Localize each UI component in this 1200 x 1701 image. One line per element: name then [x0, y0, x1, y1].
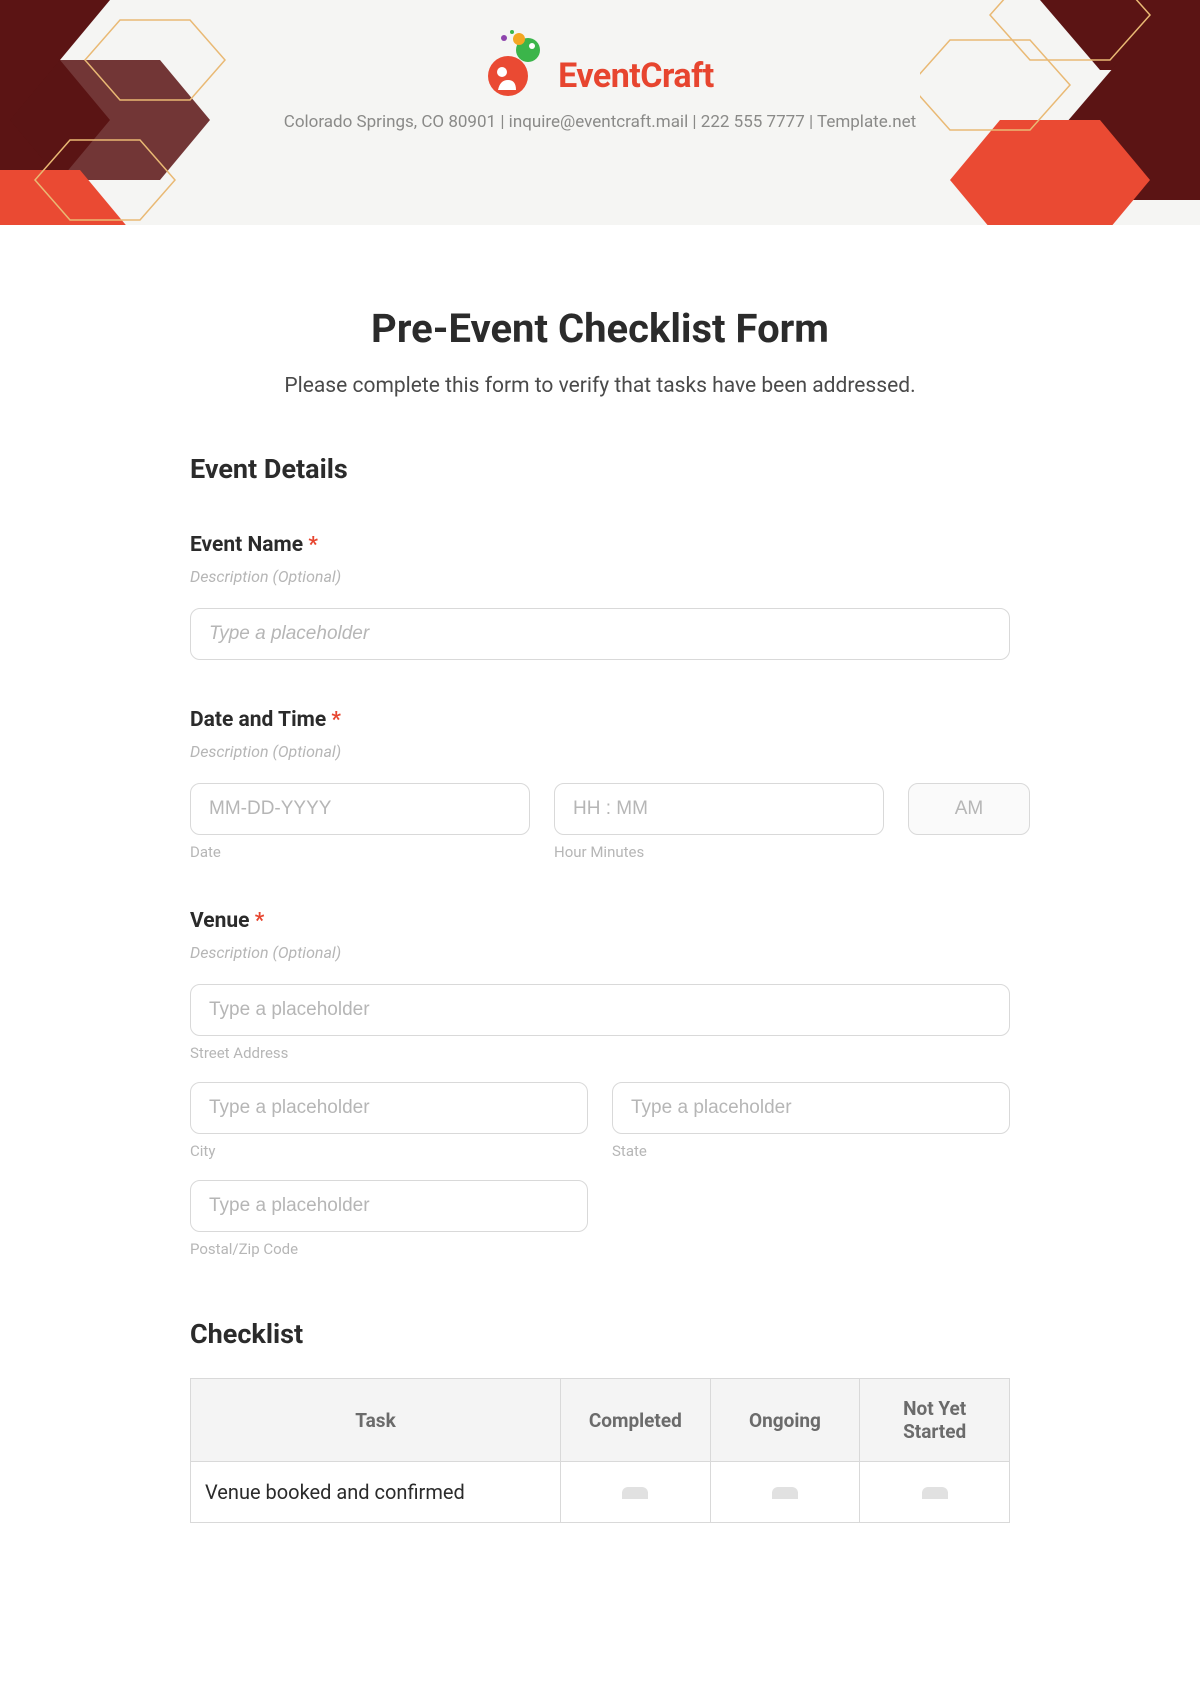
form-subtitle: Please complete this form to verify that… [190, 374, 1010, 398]
brand-tagline: Colorado Springs, CO 80901 | inquire@eve… [0, 112, 1200, 132]
brand-name: EventCraft [558, 56, 714, 102]
venue-label: Venue [190, 909, 249, 933]
event-name-desc: Description (Optional) [190, 567, 1010, 586]
checkbox-completed[interactable] [622, 1487, 648, 1499]
ampm-select[interactable] [908, 783, 1030, 835]
th-ongoing: Ongoing [710, 1379, 860, 1462]
date-time-desc: Description (Optional) [190, 742, 1010, 761]
field-date-time: Date and Time * Description (Optional) D… [190, 708, 1010, 861]
city-sub-label: City [190, 1142, 588, 1160]
event-name-label: Event Name [190, 533, 303, 557]
required-marker: * [331, 708, 341, 732]
form-title: Pre-Event Checklist Form [190, 305, 1010, 352]
state-sub-label: State [612, 1142, 1010, 1160]
field-venue: Venue * Description (Optional) Street Ad… [190, 909, 1010, 1258]
city-input[interactable] [190, 1082, 588, 1134]
postal-input[interactable] [190, 1180, 588, 1232]
th-completed: Completed [561, 1379, 711, 1462]
table-row: Venue booked and confirmed [191, 1462, 1010, 1523]
time-sub-label: Hour Minutes [554, 843, 884, 861]
street-input[interactable] [190, 984, 1010, 1036]
th-not-started: Not Yet Started [860, 1379, 1010, 1462]
brand-logo-icon [486, 28, 548, 102]
header-banner: EventCraft Colorado Springs, CO 80901 | … [0, 0, 1200, 225]
postal-sub-label: Postal/Zip Code [190, 1240, 588, 1258]
state-input[interactable] [612, 1082, 1010, 1134]
section-event-details: Event Details [190, 453, 1010, 485]
date-time-label: Date and Time [190, 708, 326, 732]
th-task: Task [191, 1379, 561, 1462]
time-input[interactable] [554, 783, 884, 835]
section-checklist: Checklist [190, 1318, 1010, 1350]
required-marker: * [308, 533, 318, 557]
checklist-table: Task Completed Ongoing Not Yet Started V… [190, 1378, 1010, 1523]
required-marker: * [255, 909, 265, 933]
venue-desc: Description (Optional) [190, 943, 1010, 962]
event-name-input[interactable] [190, 608, 1010, 660]
field-event-name: Event Name * Description (Optional) [190, 533, 1010, 660]
date-sub-label: Date [190, 843, 530, 861]
date-input[interactable] [190, 783, 530, 835]
checkbox-ongoing[interactable] [772, 1487, 798, 1499]
checkbox-notstarted[interactable] [922, 1487, 948, 1499]
task-cell: Venue booked and confirmed [191, 1462, 561, 1523]
brand-lockup: EventCraft [486, 28, 714, 102]
street-sub-label: Street Address [190, 1044, 1010, 1062]
